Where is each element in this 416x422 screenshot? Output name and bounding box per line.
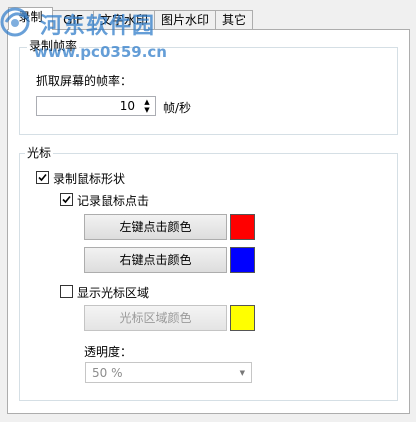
fps-value: 10 <box>119 99 135 113</box>
opacity-label: 透明度： <box>84 345 133 359</box>
watermark-title: 河东软件园 <box>40 13 156 39</box>
show-area-label: 显示光标区域 <box>77 286 150 300</box>
opacity-dropdown[interactable]: 50 % ▼ <box>85 362 252 383</box>
right-click-color-button[interactable]: 右键点击颜色 <box>84 247 227 273</box>
fps-field-label: 抓取屏幕的帧率： <box>36 74 133 88</box>
chevron-down-icon: ▼ <box>239 369 245 377</box>
record-shape-checkbox[interactable] <box>36 171 49 184</box>
checkmark-icon <box>38 173 47 182</box>
watermark-url: www.pc0359.cn <box>34 43 167 61</box>
tab-label: 其它 <box>221 13 246 27</box>
tab-other[interactable]: 其它 <box>215 10 253 29</box>
checkmark-icon <box>62 195 71 204</box>
fps-spinbox[interactable]: 10 ▲ ▼ <box>36 96 156 116</box>
left-click-color-button[interactable]: 左键点击颜色 <box>84 214 227 240</box>
record-shape-label: 录制鼠标形状 <box>53 172 126 186</box>
watermark-logo-icon <box>0 7 30 37</box>
show-area-checkbox[interactable] <box>60 285 73 298</box>
spin-down-icon[interactable]: ▼ <box>142 106 152 114</box>
tab-label: 图片水印 <box>160 13 209 27</box>
cursor-group-label: 光标 <box>25 146 54 160</box>
area-color-button[interactable]: 光标区域颜色 <box>84 305 227 331</box>
record-clicks-checkbox[interactable] <box>60 193 73 206</box>
record-clicks-label: 记录鼠标点击 <box>77 194 150 208</box>
area-color-swatch[interactable] <box>230 305 255 331</box>
fps-unit: 帧/秒 <box>163 101 192 115</box>
tab-image-watermark[interactable]: 图片水印 <box>154 10 216 29</box>
opacity-value: 50 % <box>92 366 123 380</box>
spin-arrows[interactable]: ▲ ▼ <box>142 98 152 114</box>
right-click-color-swatch[interactable] <box>230 247 255 273</box>
spin-up-icon[interactable]: ▲ <box>142 98 152 106</box>
left-click-color-swatch[interactable] <box>230 214 255 240</box>
